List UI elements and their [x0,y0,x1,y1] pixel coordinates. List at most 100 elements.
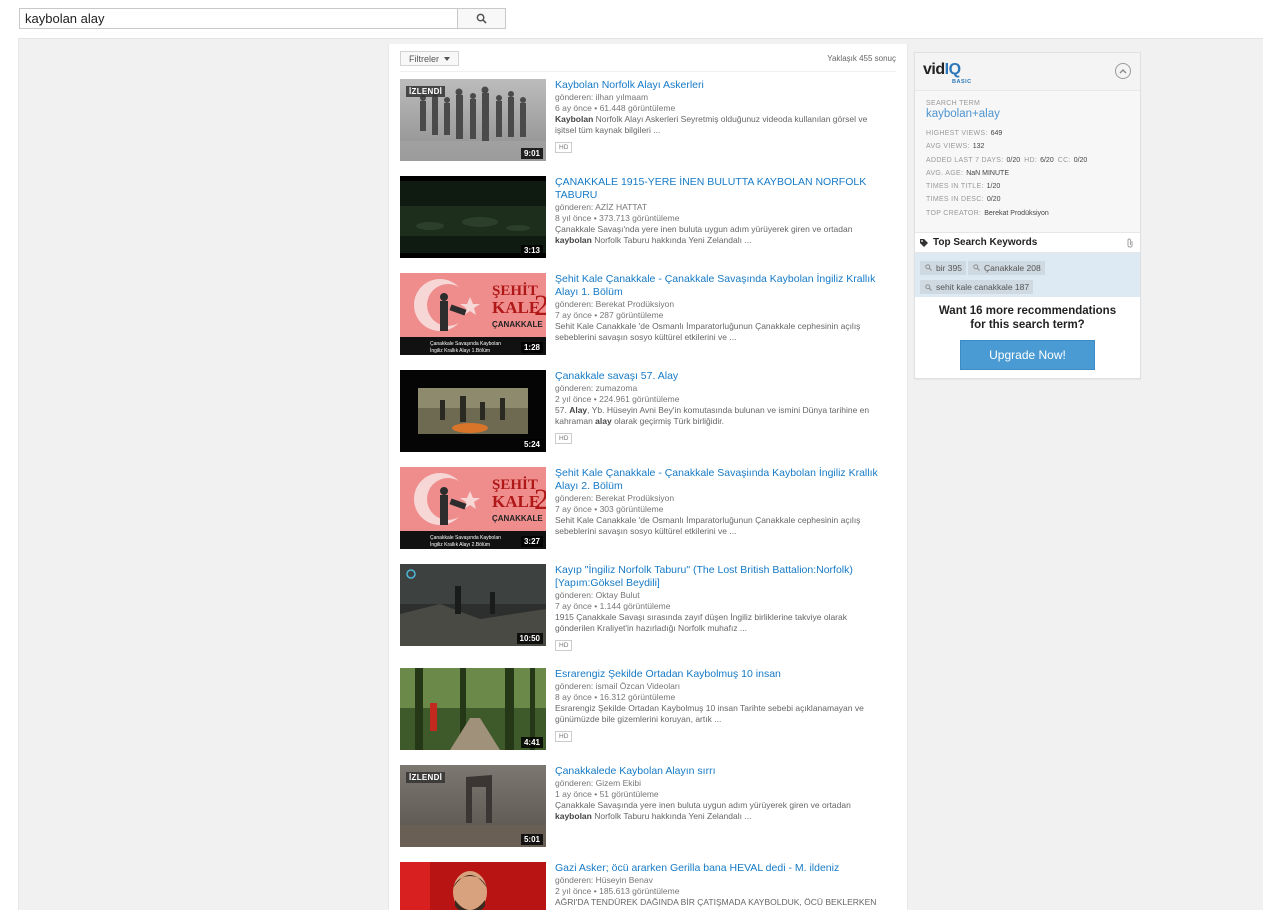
collapse-button[interactable] [1115,63,1131,79]
video-age: 7 ay önce [555,504,592,514]
thumb-title-top: ŞEHİT [492,282,538,299]
video-age: 7 ay önce [555,310,592,320]
filter-label: Filtreler [409,53,440,64]
upgrade-cta: Want 16 more recommendations for this se… [915,297,1140,370]
stat-times-in-title: TIMES IN TITLE: 1/20 [926,183,1001,191]
stat-avg-age: AVG. AGE: NaN MINUTE [926,169,1009,177]
video-stats: 2 yıl önce • 185.613 görüntüleme [555,886,680,896]
hd-badge: HD [555,433,573,444]
video-channel[interactable]: gönderen: Hüseyin Benav [555,875,898,886]
video-channel[interactable]: gönderen: Gizem Ekibi [555,778,898,789]
video-thumbnail[interactable] [400,862,546,910]
video-description: 1915 Çanakkale Savaşı sırasında zayıf dü… [555,612,847,633]
video-title-link[interactable]: Esrarengiz Şekilde Ortadan Kaybolmuş 10 … [555,668,898,681]
video-duration: 4:41 [520,737,543,748]
thumb-caption-1: Çanakkale Savaşında Kaybolan [430,341,501,347]
video-channel[interactable]: gönderen: AZİZ HATTAT [555,202,898,213]
video-duration: 5:01 [520,834,543,845]
video-stats: 2 yıl önce • 224.961 görüntüleme [555,394,680,404]
video-channel[interactable]: gönderen: ismail Özcan Videoları [555,681,898,692]
video-result: Gazi Asker; öcü ararken Gerilla bana HEV… [400,862,898,910]
chevron-up-icon [1119,69,1127,74]
search-icon [925,264,932,271]
video-thumbnail[interactable]: İZLENDİ 5:01 [400,765,546,847]
video-title-link[interactable]: ÇANAKKALE 1915-YERE İNEN BULUTTA KAYBOLA… [555,176,898,202]
thumb-title-num: 2 [534,289,546,322]
video-title-link[interactable]: Kayıp "İngiliz Norfolk Taburu" (The Lost… [555,564,898,590]
thumb-caption-2: İngiliz Krallık Alayı 2.Bölüm [430,541,490,548]
video-thumbnail[interactable]: 3:13 [400,176,546,258]
filter-button[interactable]: Filtreler [400,51,460,66]
video-age: 8 ay önce [555,692,592,702]
search-results: Filtreler Yaklaşık 455 sonuç İZLENDİ 9:0… [388,44,908,910]
video-channel[interactable]: gönderen: ilhan yılmaam [555,92,898,103]
video-channel[interactable]: gönderen: zumazoma [555,383,898,394]
video-views: 224.961 görüntüleme [599,394,680,404]
video-description: 57. Alay, Yb. Hüseyin Avni Bey'in komuta… [555,405,870,426]
keyword-list: bir 395 Çanakkale 208 sehit kale canakkale… [915,253,1140,297]
video-views: 303 görüntüleme [599,504,664,514]
thumb-title-num: 2 [534,483,546,516]
stat-highest-views: HIGHEST VIEWS: 649 [926,130,1003,137]
video-views: 1.144 görüntüleme [599,601,671,611]
search-icon [973,264,980,271]
keyword-chip[interactable]: bir 395 [920,260,966,275]
hd-badge: HD [555,731,573,742]
video-stats: 6 ay önce • 61.448 görüntüleme [555,103,676,113]
video-views: 16.312 görüntüleme [599,692,676,702]
hd-badge: HD [555,142,573,153]
keyword-chip[interactable]: Çanakkale 208 [968,260,1045,275]
tag-icon [920,239,928,247]
thumb-title-sub: ÇANAKKALE [492,514,543,523]
vidiq-plan-badge: BASIC [952,79,972,85]
video-duration: 9:01 [520,148,543,159]
video-stats: 8 ay önce • 16.312 görüntüleme [555,692,676,702]
thumb-caption-1: Çanakkale Savaşında Kaybolan [430,535,501,541]
video-description: Esrarengiz Şekilde Ortadan Kaybolmuş 10 … [555,703,864,724]
video-age: 2 yıl önce [555,886,592,896]
paperclip-icon[interactable] [1126,238,1134,248]
search-input[interactable] [19,8,457,29]
search-icon [925,283,932,291]
cta-line-1: Want 16 more recommendations [938,305,1117,317]
stat-top-creator: TOP CREATOR: Berekat Prodüksiyon [926,209,1049,217]
vidiq-panel: vidIQ BASIC SEARCH TERM kaybolan+alay HI… [914,52,1141,379]
video-title-link[interactable]: Şehit Kale Çanakkale - Çanakkale Savaşın… [555,273,898,299]
video-title-link[interactable]: Çanakkale savaşı 57. Alay [555,370,898,383]
video-title-link[interactable]: Gazi Asker; öcü ararken Gerilla bana HEV… [555,862,898,875]
video-result: ŞEHİT KALE 2 ÇANAKKALE Çanakkale Savaşın… [400,467,898,553]
video-channel[interactable]: gönderen: Berekat Prodüksiyon [555,493,898,504]
thumb-title-sub: ÇANAKKALE [492,320,543,329]
video-duration: 3:13 [520,245,543,256]
video-stats: 1 ay önce • 51 görüntüleme [555,789,659,799]
video-duration: 1:28 [520,342,543,353]
video-title-link[interactable]: Çanakkalede Kaybolan Alayın sırrı [555,765,898,778]
stat-added-hd-cc: ADDED LAST 7 DAYS: 0/20 HD: 6/20 CC: 0/20 [926,156,1088,164]
video-thumbnail[interactable]: 10:50 [400,564,546,646]
video-views: 185.613 görüntüleme [599,886,680,896]
video-description: Çanakkale Savaşı'nda yere inen buluta uy… [555,224,853,245]
video-description: Çanakkale Savaşında yere inen buluta uyg… [555,800,851,821]
video-result: İZLENDİ 9:01 Kaybolan Norfolk Alayı Aske… [400,79,898,165]
search-term-label: SEARCH TERM [926,100,981,107]
video-stats: 7 ay önce • 303 görüntüleme [555,504,664,514]
video-title-link[interactable]: Kaybolan Norfolk Alayı Askerleri [555,79,898,92]
watched-badge: İZLENDİ [406,86,446,97]
video-result: 4:41 Esrarengiz Şekilde Ortadan Kaybolmu… [400,668,898,754]
video-channel[interactable]: gönderen: Oktay Bulut [555,590,898,601]
video-thumbnail[interactable]: ŞEHİT KALE 2 ÇANAKKALE Çanakkale Savaşın… [400,273,546,355]
video-age: 2 yıl önce [555,394,592,404]
keyword-chip[interactable]: sehit kale canakkale 187 [920,280,1034,294]
search-button[interactable] [457,8,506,29]
vidiq-logo: vidIQ [923,61,961,78]
video-title-link[interactable]: Şehit Kale Çanakkale - Çanakkale Savaşiı… [555,467,898,493]
upgrade-button[interactable]: Upgrade Now! [960,340,1095,370]
video-channel[interactable]: gönderen: Berekat Prodüksiyon [555,299,898,310]
video-views: 51 görüntüleme [599,789,659,799]
video-age: 1 ay önce [555,789,592,799]
video-thumbnail[interactable]: İZLENDİ 9:01 [400,79,546,161]
video-thumbnail[interactable]: 4:41 [400,668,546,750]
video-thumbnail[interactable]: 5:24 [400,370,546,452]
video-thumbnail[interactable]: ŞEHİT KALE 2 ÇANAKKALE Çanakkale Savaşın… [400,467,546,549]
video-result: 5:24 Çanakkale savaşı 57. Alay gönderen:… [400,370,898,456]
